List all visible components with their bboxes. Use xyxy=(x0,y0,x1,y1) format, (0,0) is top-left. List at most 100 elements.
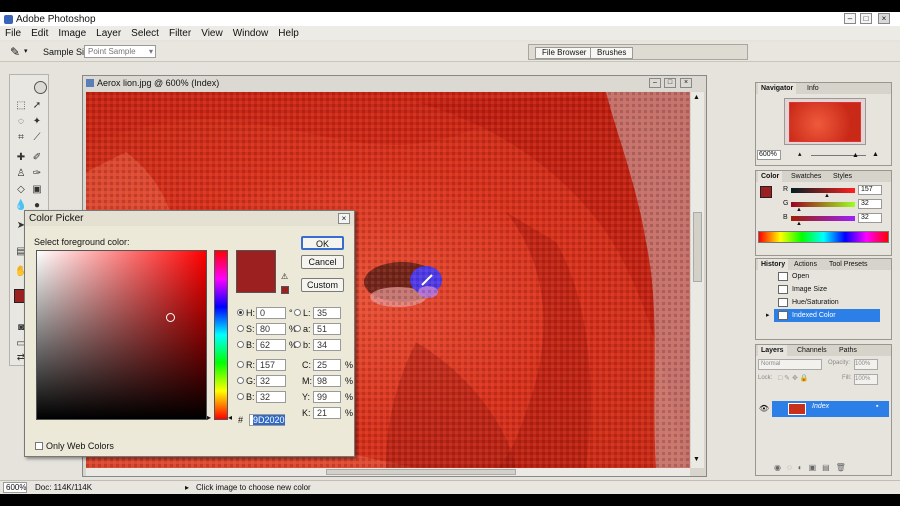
scroll-up-icon[interactable]: ▲ xyxy=(693,94,700,101)
menu-help[interactable]: Help xyxy=(273,28,304,39)
yellow-field[interactable]: 99 xyxy=(313,391,341,403)
color-field[interactable] xyxy=(36,250,207,420)
brightness-row[interactable]: B: xyxy=(237,339,255,351)
cancel-button[interactable]: Cancel xyxy=(301,255,344,269)
minimize-icon[interactable]: – xyxy=(844,13,856,24)
tab-file-browser[interactable]: File Browser xyxy=(535,47,594,59)
color-ramp[interactable] xyxy=(758,231,889,243)
layer-name[interactable]: Index xyxy=(812,403,829,410)
dialog-close-icon[interactable]: × xyxy=(338,213,350,224)
menu-image[interactable]: Image xyxy=(53,28,91,39)
tool-preset-dropdown-icon[interactable]: ▾ xyxy=(24,47,28,55)
ok-button[interactable]: OK xyxy=(301,236,344,250)
vertical-scroll-thumb[interactable] xyxy=(693,212,702,282)
history-item-open[interactable]: Open xyxy=(774,270,880,283)
red-slider-thumb-icon[interactable]: ▲ xyxy=(824,193,830,199)
gamut-color-swatch[interactable] xyxy=(281,286,289,294)
crop-tool-icon[interactable]: ⌗ xyxy=(14,131,28,144)
history-item-image-size[interactable]: Image Size xyxy=(774,283,880,296)
navigator-zoom-field[interactable]: 600% xyxy=(757,150,781,160)
hex-field[interactable]: 9D2020 xyxy=(249,414,285,426)
navigator-thumbnail[interactable] xyxy=(784,98,866,145)
zoom-in-icon[interactable]: ▲ xyxy=(872,149,879,161)
tab-actions[interactable]: Actions xyxy=(791,259,820,270)
blue-row[interactable]: B: xyxy=(237,391,255,403)
green-value-field[interactable]: 32 xyxy=(858,199,882,209)
lightness-row[interactable]: L: xyxy=(294,307,311,319)
clone-stamp-tool-icon[interactable]: ♙ xyxy=(14,167,28,180)
doc-close-icon[interactable]: × xyxy=(680,78,692,88)
sample-size-select[interactable]: Point Sample ▾ xyxy=(84,45,156,58)
green-field[interactable]: 32 xyxy=(256,375,286,387)
menu-file[interactable]: File xyxy=(0,28,26,39)
tab-tool-presets[interactable]: Tool Presets xyxy=(826,259,871,270)
scroll-down-icon[interactable]: ▼ xyxy=(693,456,700,463)
custom-button[interactable]: Custom xyxy=(301,278,344,292)
doc-minimize-icon[interactable]: – xyxy=(649,78,661,88)
horizontal-scroll-thumb[interactable] xyxy=(326,469,516,475)
b-channel-field[interactable]: 34 xyxy=(313,339,341,351)
lasso-tool-icon[interactable]: ◌ xyxy=(14,115,28,128)
gradient-tool-icon[interactable]: ▣ xyxy=(30,183,44,196)
hue-slider[interactable] xyxy=(214,250,228,420)
vertical-scrollbar[interactable]: ▲ ▼ xyxy=(691,92,704,468)
tab-swatches[interactable]: Swatches xyxy=(788,171,824,182)
blue-field[interactable]: 32 xyxy=(256,391,286,403)
zoom-slider-thumb-icon[interactable]: ▲ xyxy=(852,150,859,162)
tab-navigator[interactable]: Navigator xyxy=(758,83,797,94)
red-field[interactable]: 157 xyxy=(256,359,286,371)
cyan-field[interactable]: 25 xyxy=(313,359,341,371)
blue-value-field[interactable]: 32 xyxy=(858,213,882,223)
hue-row[interactable]: H: xyxy=(237,307,255,319)
zoom-out-icon[interactable]: ▴ xyxy=(798,149,802,161)
adobe-online-icon[interactable] xyxy=(34,81,47,94)
magic-wand-tool-icon[interactable]: ✦ xyxy=(30,115,44,128)
only-web-colors-checkbox[interactable]: Only Web Colors xyxy=(35,440,114,452)
layer-row-index[interactable]: 👁 Index ▪ xyxy=(756,401,889,417)
tab-info[interactable]: Info xyxy=(804,83,822,94)
lock-icons[interactable]: □ ✎ ✥ 🔒 xyxy=(778,374,809,382)
move-tool-icon[interactable]: ➚ xyxy=(30,99,44,112)
b-channel-row[interactable]: b: xyxy=(294,339,311,351)
fill-field[interactable]: 100% xyxy=(854,374,878,385)
black-field[interactable]: 21 xyxy=(313,407,341,419)
red-channel-slider[interactable] xyxy=(791,188,855,193)
saturation-field[interactable]: 80 xyxy=(256,323,286,335)
menu-filter[interactable]: Filter xyxy=(164,28,196,39)
tab-layers[interactable]: Layers xyxy=(758,345,787,356)
layer-visibility-eye-icon[interactable]: 👁 xyxy=(756,401,772,417)
marquee-tool-icon[interactable]: ⬚ xyxy=(14,99,28,112)
red-row[interactable]: R: xyxy=(237,359,255,371)
out-of-gamut-warning-icon[interactable]: ⚠ xyxy=(281,273,288,281)
brush-tool-icon[interactable]: ✐ xyxy=(30,151,44,164)
maximize-icon[interactable]: □ xyxy=(860,13,872,24)
history-item-indexed-color[interactable]: Indexed Color xyxy=(774,309,880,322)
green-slider-thumb-icon[interactable]: ▲ xyxy=(796,207,802,213)
a-channel-row[interactable]: a: xyxy=(294,323,311,335)
menu-edit[interactable]: Edit xyxy=(26,28,53,39)
status-arrow-icon[interactable]: ▸ xyxy=(185,481,189,494)
tab-paths[interactable]: Paths xyxy=(836,345,860,356)
red-value-field[interactable]: 157 xyxy=(858,185,882,195)
green-row[interactable]: G: xyxy=(237,375,256,387)
lightness-field[interactable]: 35 xyxy=(313,307,341,319)
tab-history[interactable]: History xyxy=(758,259,789,270)
close-icon[interactable]: × xyxy=(878,13,890,24)
menu-window[interactable]: Window xyxy=(228,28,274,39)
horizontal-scrollbar[interactable] xyxy=(86,468,690,476)
hue-field[interactable]: 0 xyxy=(256,307,286,319)
blue-slider-thumb-icon[interactable]: ▲ xyxy=(796,221,802,227)
opacity-field[interactable]: 100% xyxy=(854,359,878,370)
doc-maximize-icon[interactable]: □ xyxy=(664,78,676,88)
eraser-tool-icon[interactable]: ◇ xyxy=(14,183,28,196)
brightness-field[interactable]: 62 xyxy=(256,339,286,351)
tab-styles[interactable]: Styles xyxy=(830,171,855,182)
saturation-row[interactable]: S: xyxy=(237,323,255,335)
a-channel-field[interactable]: 51 xyxy=(313,323,341,335)
healing-brush-tool-icon[interactable]: ✚ xyxy=(14,151,28,164)
layers-footer-icons[interactable]: ◉◌◐▣▤🗑 xyxy=(756,463,891,475)
navigator-view-box[interactable] xyxy=(789,102,861,142)
magenta-field[interactable]: 98 xyxy=(313,375,341,387)
status-zoom-field[interactable]: 600% xyxy=(3,482,27,493)
tab-color[interactable]: Color xyxy=(758,171,783,182)
